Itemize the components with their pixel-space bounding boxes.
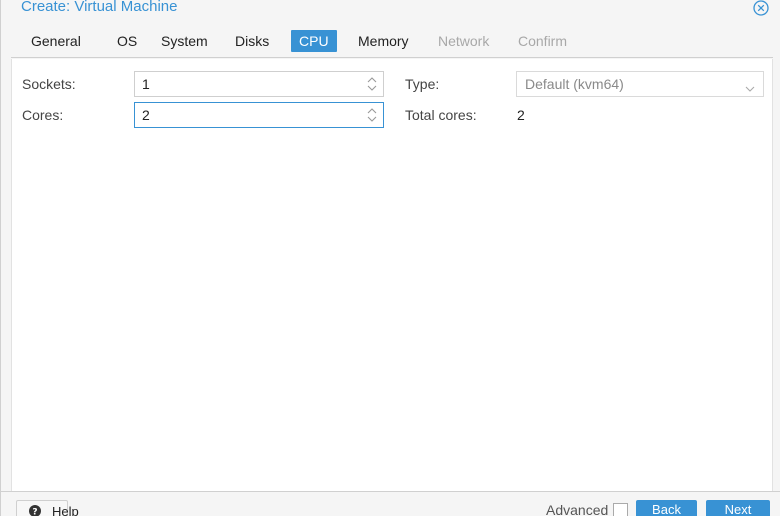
type-label: Type:: [405, 76, 440, 92]
help-label: Help: [52, 504, 79, 516]
tab-os[interactable]: OS: [109, 30, 145, 52]
title-bar: Create: Virtual Machine: [1, 0, 780, 22]
cores-input[interactable]: [135, 103, 383, 127]
create-vm-dialog: Create: Virtual Machine General OS Syste…: [0, 0, 780, 516]
tab-disks[interactable]: Disks: [227, 30, 277, 52]
dialog-footer: ? Help Advanced Back Next: [1, 491, 780, 516]
tab-memory[interactable]: Memory: [350, 30, 417, 52]
total-cores-label: Total cores:: [405, 107, 477, 123]
sockets-spinner-icon[interactable]: [365, 75, 379, 93]
sockets-label: Sockets:: [22, 76, 76, 92]
sockets-input[interactable]: [135, 72, 383, 96]
cores-label: Cores:: [22, 107, 64, 123]
tab-cpu[interactable]: CPU: [291, 30, 337, 52]
question-circle-icon: ?: [29, 505, 41, 516]
tab-system[interactable]: System: [153, 30, 216, 52]
advanced-label: Advanced: [546, 502, 609, 516]
total-cores-value: 2: [517, 107, 525, 123]
tab-general[interactable]: General: [23, 30, 89, 52]
cpu-settings-panel: Sockets: Cores: Type: Default (kvm64): [11, 59, 773, 491]
close-icon[interactable]: [753, 0, 769, 16]
sockets-field[interactable]: [134, 71, 384, 97]
cores-field[interactable]: [134, 102, 384, 128]
cores-spinner-icon[interactable]: [365, 106, 379, 124]
svg-text:?: ?: [32, 507, 37, 516]
help-button[interactable]: ? Help: [16, 500, 79, 516]
chevron-down-icon[interactable]: [745, 80, 755, 92]
next-button[interactable]: Next: [706, 500, 770, 516]
back-button[interactable]: Back: [636, 500, 697, 516]
tab-confirm[interactable]: Confirm: [510, 30, 575, 52]
dialog-title: Create: Virtual Machine: [21, 0, 178, 15]
tab-network[interactable]: Network: [430, 30, 497, 52]
wizard-tab-bar: General OS System Disks CPU Memory Netwo…: [11, 26, 773, 58]
cpu-type-select[interactable]: Default (kvm64): [516, 71, 764, 97]
advanced-checkbox[interactable]: [613, 503, 628, 516]
cpu-type-value: Default (kvm64): [525, 76, 624, 92]
